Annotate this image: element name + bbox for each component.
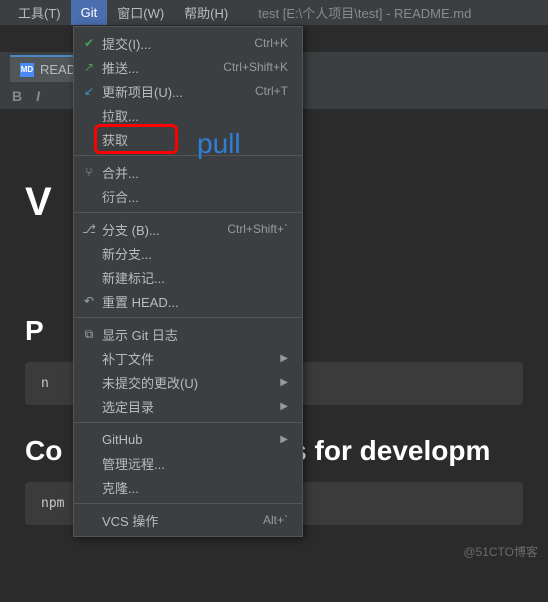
bold-button[interactable]: B — [12, 88, 22, 104]
italic-button[interactable]: I — [36, 88, 40, 104]
menu-commit[interactable]: ✔ 提交(I)... Ctrl+K — [74, 31, 302, 55]
menu-separator — [74, 317, 302, 318]
menu-new-tag[interactable]: 新建标记... — [74, 265, 302, 289]
reset-icon: ↶ — [80, 294, 98, 308]
log-icon: ⧉ — [80, 327, 98, 342]
menu-separator — [74, 422, 302, 423]
menu-patch[interactable]: 补丁文件 ▶ — [74, 346, 302, 370]
menu-reset-head[interactable]: ↶ 重置 HEAD... — [74, 289, 302, 313]
branch-icon: ⎇ — [80, 222, 98, 236]
menu-update[interactable]: ↙ 更新项目(U)... Ctrl+T — [74, 79, 302, 103]
menu-branches[interactable]: ⎇ 分支 (B)... Ctrl+Shift+` — [74, 217, 302, 241]
push-icon: ↗ — [80, 60, 98, 74]
submenu-arrow-icon: ▶ — [280, 353, 288, 364]
menu-vcs-ops[interactable]: VCS 操作 Alt+` — [74, 508, 302, 532]
submenu-arrow-icon: ▶ — [280, 377, 288, 388]
window-title: test [E:\个人项目\test] - README.md — [238, 0, 548, 25]
menubar: 工具(T) Git 窗口(W) 帮助(H) test [E:\个人项目\test… — [0, 0, 548, 26]
menu-clone[interactable]: 克隆... — [74, 475, 302, 499]
menu-show-log[interactable]: ⧉ 显示 Git 日志 — [74, 322, 302, 346]
markdown-icon: MD — [20, 63, 34, 77]
menu-separator — [74, 155, 302, 156]
menu-manage-remote[interactable]: 管理远程... — [74, 451, 302, 475]
git-dropdown: ✔ 提交(I)... Ctrl+K ↗ 推送... Ctrl+Shift+K ↙… — [73, 26, 303, 537]
menu-merge[interactable]: ⑂ 合并... — [74, 160, 302, 184]
menu-separator — [74, 212, 302, 213]
menu-select-dir[interactable]: 选定目录 ▶ — [74, 394, 302, 418]
menu-window[interactable]: 窗口(W) — [107, 0, 174, 25]
commit-icon: ✔ — [80, 36, 98, 50]
watermark: @51CTO博客 — [463, 543, 538, 560]
submenu-arrow-icon: ▶ — [280, 434, 288, 445]
menu-uncommitted[interactable]: 未提交的更改(U) ▶ — [74, 370, 302, 394]
merge-icon: ⑂ — [80, 165, 98, 179]
menu-help[interactable]: 帮助(H) — [174, 0, 238, 25]
update-icon: ↙ — [80, 84, 98, 98]
menu-new-branch[interactable]: 新分支... — [74, 241, 302, 265]
menu-push[interactable]: ↗ 推送... Ctrl+Shift+K — [74, 55, 302, 79]
menu-pull[interactable]: 拉取... — [74, 103, 302, 127]
menu-fetch[interactable]: 获取 — [74, 127, 302, 151]
menu-github[interactable]: GitHub ▶ — [74, 427, 302, 451]
menu-separator — [74, 503, 302, 504]
menu-rebase[interactable]: 衍合... — [74, 184, 302, 208]
submenu-arrow-icon: ▶ — [280, 401, 288, 412]
menu-tools[interactable]: 工具(T) — [8, 0, 71, 25]
menu-git[interactable]: Git — [71, 0, 108, 25]
